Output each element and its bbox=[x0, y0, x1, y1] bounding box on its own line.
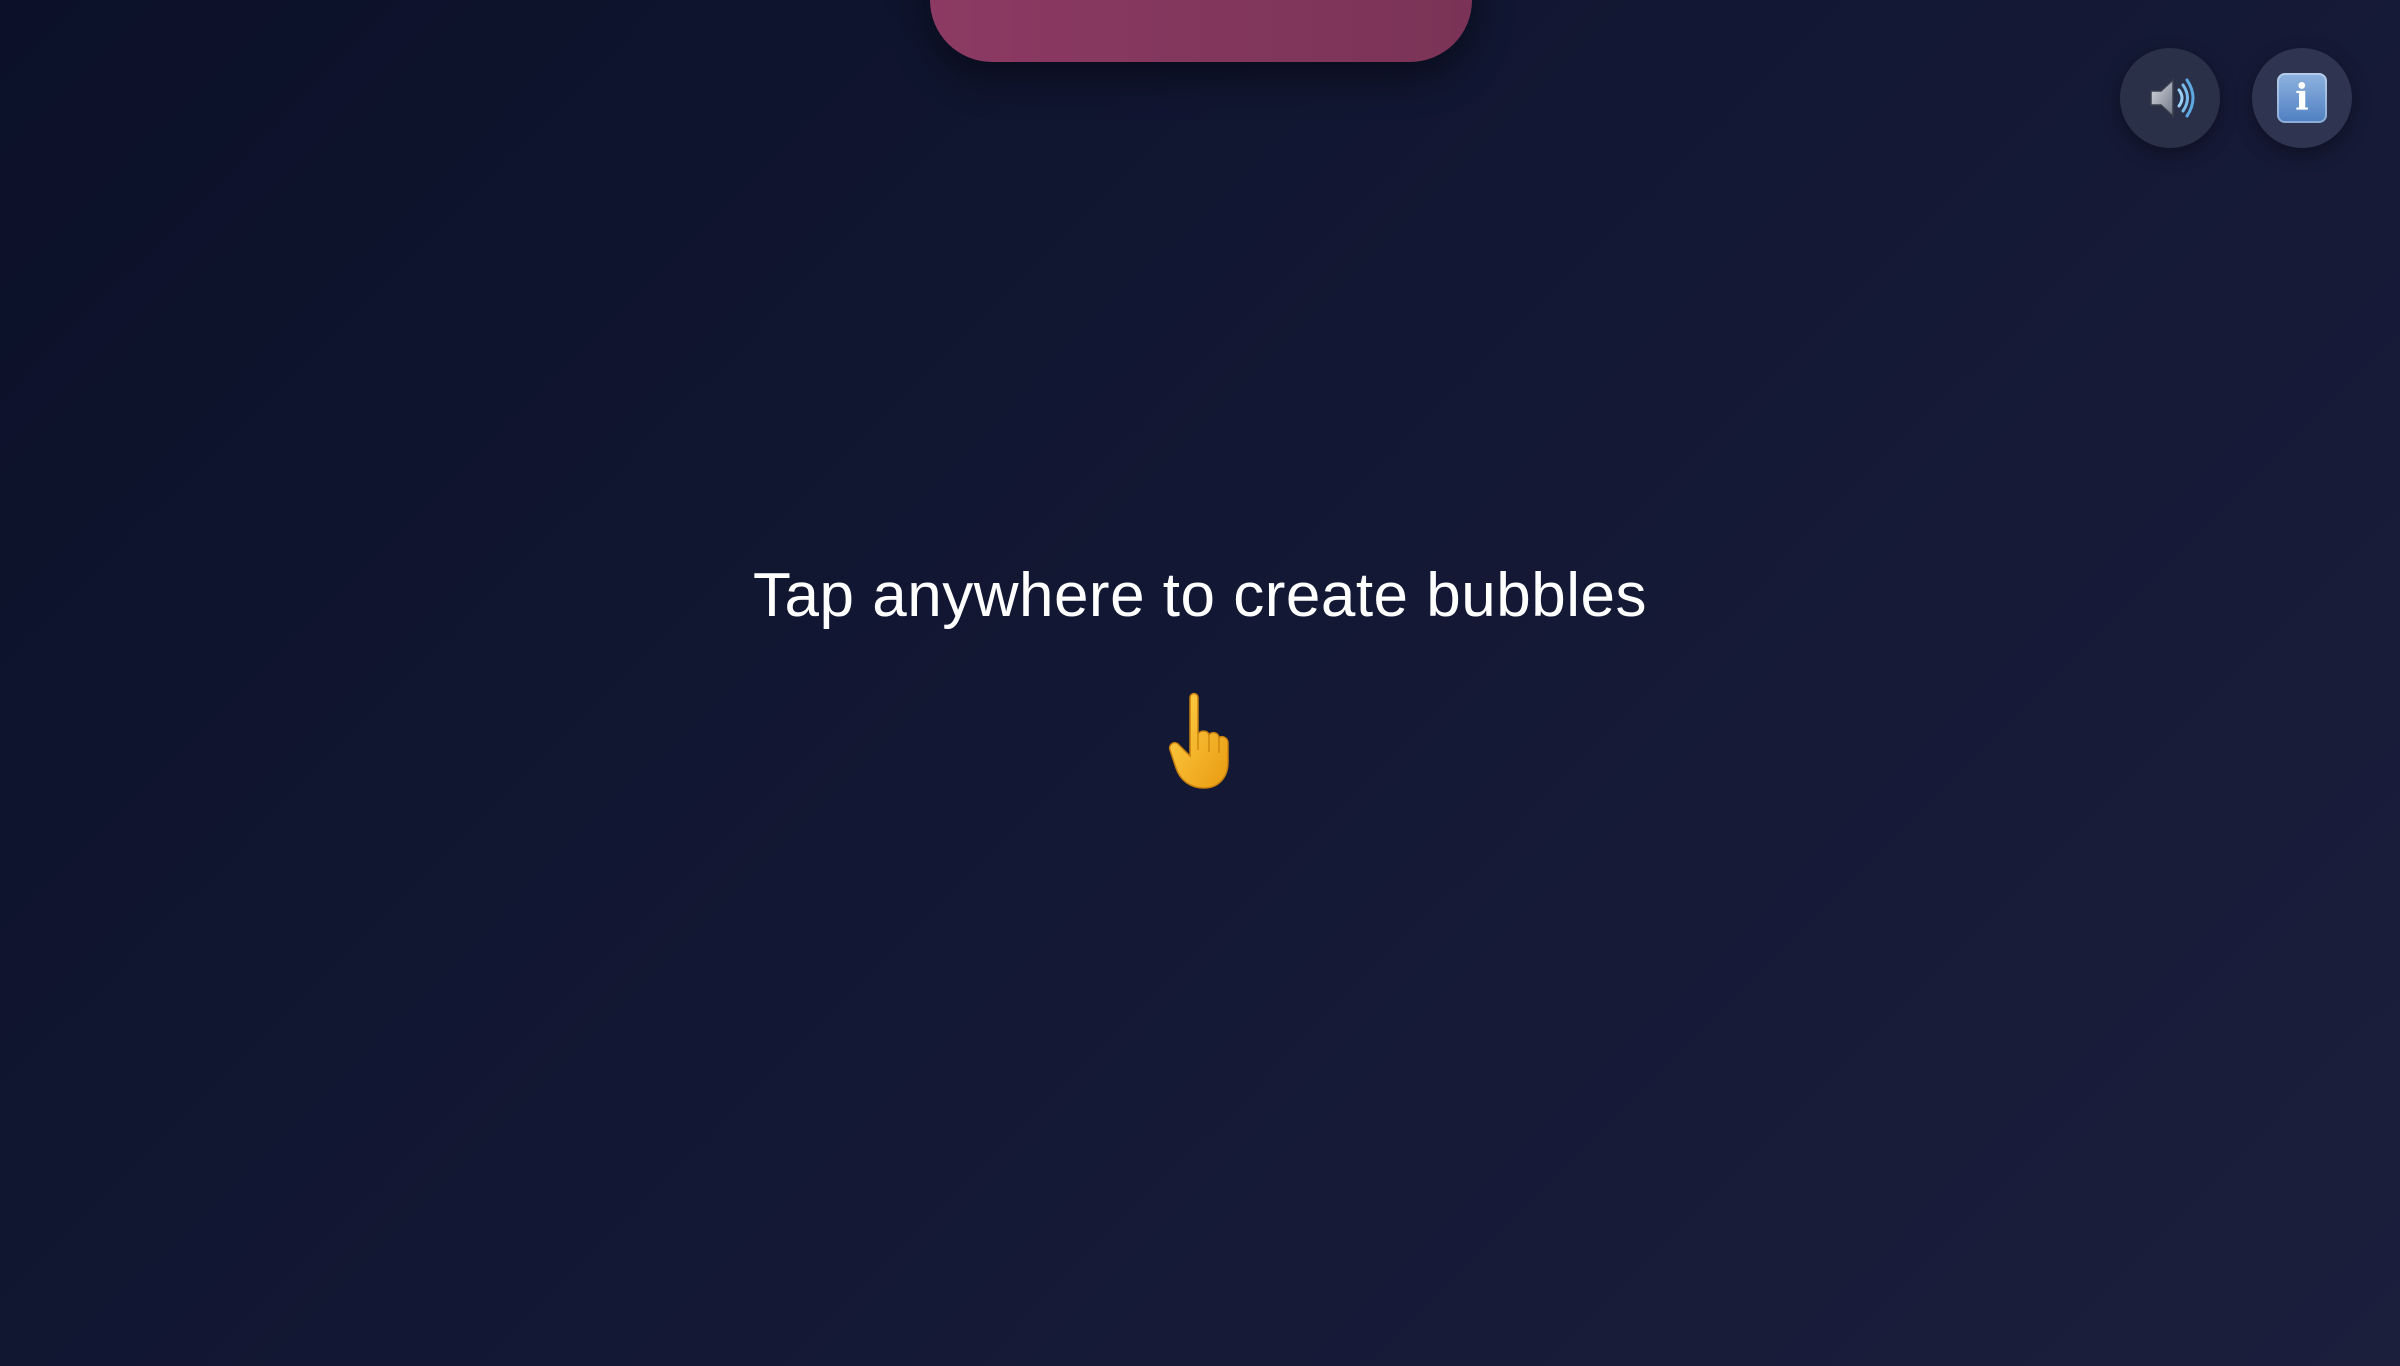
info-icon: i bbox=[2277, 73, 2327, 123]
speaker-icon bbox=[2143, 71, 2197, 125]
info-button[interactable]: i bbox=[2252, 48, 2352, 148]
top-banner[interactable] bbox=[930, 0, 1472, 62]
tap-prompt: Tap anywhere to create bubbles bbox=[753, 561, 1647, 630]
pointing-up-hand-icon bbox=[1168, 692, 1229, 789]
sound-button[interactable] bbox=[2120, 48, 2220, 148]
